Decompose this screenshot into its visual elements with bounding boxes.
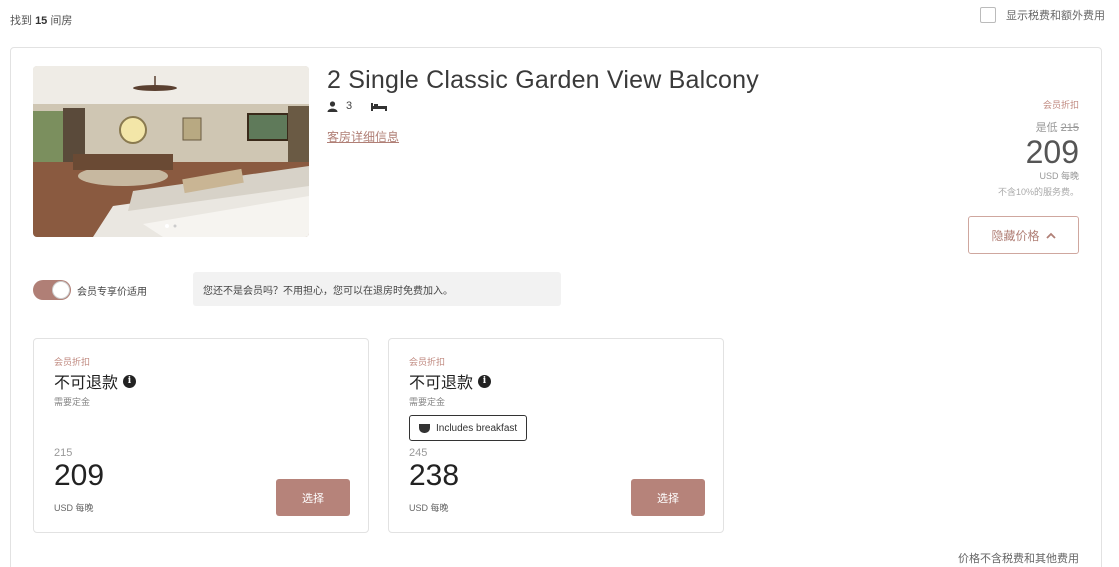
select-button[interactable]: 选择 [631,479,705,516]
coffee-cup-icon [419,423,430,433]
room-details-link[interactable]: 客房详细信息 [327,128,399,145]
rate-discount-label: 会员折扣 [409,357,446,367]
original-price: 215 [1060,122,1079,134]
room-title: 2 Single Classic Garden View Balcony [327,66,759,94]
member-switch[interactable] [33,280,71,300]
rate-card: 会员折扣 不可退款 i 需要定金 215 209 USD 每晚 选择 [33,338,369,533]
rate-original-price: 215 [54,447,73,459]
tax-toggle-label: 显示税费和额外费用 [1006,10,1105,22]
rate-policy-label: 不可退款 [409,375,474,392]
rate-price: 209 [54,459,105,492]
member-discount-label: 会员折扣 [1042,100,1079,110]
chevron-up-icon [1045,232,1056,239]
bed-icon [371,102,388,111]
original-price-line: 是低 215 [998,119,1079,135]
rate-prepay: 需要定金 [54,397,91,407]
room-photo-image [33,66,309,237]
switch-knob [52,281,70,299]
rate-unit: USD 每晚 [54,503,94,513]
room-price: 209 [1025,134,1079,170]
breakfast-badge: Includes breakfast [409,415,528,441]
rate-card: 会员折扣 不可退款 i 需要定金 Includes breakfast 245 … [388,338,724,533]
rate-unit: USD 每晚 [409,503,449,513]
rate-original-price: 245 [409,447,428,459]
results-count: 找到 15 间房 [10,12,72,28]
info-icon[interactable]: i [478,374,492,388]
rate-prepay: 需要定金 [409,397,446,407]
select-button[interactable]: 选择 [276,479,350,516]
member-toggle-label: 会员专享价适用 [77,286,147,298]
rate-policy: 不可退款 i [54,369,137,393]
footer-note: 价格不含税费和其他费用 [958,553,1079,565]
rate-discount-label: 会员折扣 [54,357,91,367]
tax-checkbox[interactable] [980,7,996,23]
guest-count: 3 [346,100,353,112]
tax-toggle[interactable]: 显示税费和额外费用 [980,7,1105,23]
rate-price: 238 [409,459,460,492]
price-block: 会员折扣 是低 215 209 USD 每晚 不含10%的服务费。 [998,98,1079,198]
person-icon [327,100,338,112]
original-price-prefix: 是低 [1035,122,1058,134]
tax-note: 不含10%的服务费。 [997,187,1079,197]
results-suffix: 间房 [50,15,73,27]
room-meta: 3 [327,100,388,112]
room-card: 2 Single Classic Garden View Balcony 3 客… [10,47,1102,567]
price-unit: USD 每晚 [1039,171,1079,181]
member-tip: 您还不是会员吗？不用担心，您可以在退房时免费加入。 [193,272,561,306]
results-prefix: 找到 [10,15,32,27]
room-photo[interactable] [33,66,309,237]
rate-policy-label: 不可退款 [54,375,119,392]
member-rate-toggle[interactable]: 会员专享价适用 [33,280,147,300]
breakfast-label: Includes breakfast [436,422,518,434]
hide-price-label: 隐藏价格 [991,228,1040,243]
rate-policy: 不可退款 i [409,369,492,393]
info-icon[interactable]: i [123,374,137,388]
results-number: 15 [35,15,48,27]
hide-price-button[interactable]: 隐藏价格 [968,216,1079,254]
